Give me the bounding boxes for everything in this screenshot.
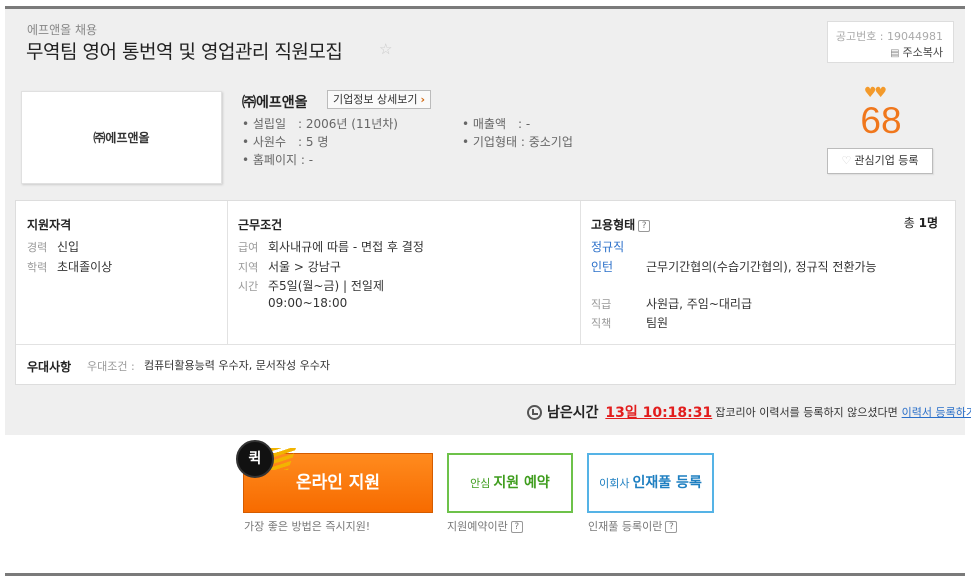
pool-help-link[interactable]: 인재풀 등록이란? (588, 518, 678, 534)
region-key: 지역 (238, 261, 259, 274)
page-title: 무역팀 영어 통번역 및 영업관리 직원모집 (26, 41, 343, 63)
employment-title: 고용형태? (591, 216, 651, 233)
time-value: 주5일(월~금) | 전일제 (268, 279, 385, 293)
reserve-big-label: 지원 예약 (493, 475, 550, 491)
heart-outline-icon: ♡ (841, 154, 852, 167)
interest-score: 68 (860, 100, 902, 141)
requirements-section: 지원자격 경력 신입 학력 초대졸이상 (16, 201, 228, 344)
career-key: 경력 (27, 241, 48, 254)
reserve-help-link[interactable]: 지원예약이란? (447, 518, 523, 534)
rank-key: 직급 (591, 298, 612, 311)
favorite-company-label: 관심기업 등록 (854, 154, 919, 167)
info-employees: • 사원수 : 5 명 (242, 135, 329, 149)
bottom-divider (5, 573, 965, 576)
type-intern: 인턴 (591, 260, 614, 274)
heart-icon: ♥♥ (864, 85, 887, 101)
resume-message: 잡코리아 이력서를 등록하지 않으셨다면 (715, 406, 898, 419)
info-founded: • 설립일 : 2006년 (11년차) (242, 117, 398, 131)
online-apply-caption: 가장 좋은 방법은 즉시지원! (244, 520, 371, 533)
preference-title: 우대사항 (27, 360, 72, 374)
copy-icon: ▤ (890, 48, 900, 59)
help-icon[interactable]: ? (638, 219, 651, 232)
pool-small-label: 이회사 (599, 477, 630, 490)
career-value: 신입 (57, 240, 80, 254)
info-homepage: • 홈페이지 : - (242, 153, 314, 167)
favorite-company-button[interactable]: ♡ 관심기업 등록 (827, 148, 933, 174)
conditions-title: 근무조건 (238, 218, 283, 232)
intern-desc: 근무기간협의(수습기간협의), 정규직 전환가능 (646, 260, 877, 274)
notice-number: 공고번호 : 19044981 (835, 30, 943, 43)
address-copy-label: 주소복사 (902, 46, 943, 59)
clock-icon (527, 404, 542, 420)
region-value: 서울 > 강남구 (268, 260, 341, 274)
employment-section: 고용형태? 총 1명 정규직 인턴 근무기간협의(수습기간협의), 정규직 전환… (581, 201, 955, 344)
company-name[interactable]: ㈜에프앤올 (242, 92, 308, 112)
preference-value: 컴퓨터활용능력 우수자, 문서작성 우수자 (144, 359, 331, 372)
company-detail-button[interactable]: 기업정보 상세보기 › (327, 90, 431, 109)
conditions-section: 근무조건 급여 회사내규에 따름 - 면접 후 결정 지역 서울 > 강남구 시… (228, 201, 581, 344)
address-copy-button[interactable]: ▤ 주소복사 (890, 44, 943, 60)
notice-info-box: 공고번호 : 19044981 ▤ 주소복사 (827, 21, 954, 63)
remaining-label: 남은시간 (547, 405, 599, 421)
company-caption[interactable]: 에프앤올 채용 (27, 21, 97, 38)
table-divider (16, 344, 955, 345)
position-key: 직책 (591, 317, 612, 330)
preference-key: 우대조건 : (87, 360, 135, 373)
company-detail-label: 기업정보 상세보기 (332, 93, 418, 106)
talent-pool-button[interactable]: 이회사 인재풀 등록 (587, 453, 714, 513)
education-key: 학력 (27, 261, 48, 274)
requirements-title: 지원자격 (27, 218, 72, 232)
star-icon[interactable]: ☆ (379, 40, 392, 58)
reserve-small-label: 안심 (470, 477, 491, 490)
position-value: 팀원 (646, 316, 669, 330)
quick-label: 퀵 (236, 440, 274, 478)
education-value: 초대졸이상 (57, 260, 113, 274)
rank-value: 사원급, 주임~대리급 (646, 297, 753, 311)
pool-big-label: 인재풀 등록 (632, 475, 702, 491)
salary-value: 회사내규에 따름 - 면접 후 결정 (268, 240, 424, 254)
help-icon: ? (665, 521, 678, 533)
company-logo[interactable]: ㈜에프앤올 (21, 91, 222, 184)
time-hours: 09:00~18:00 (268, 296, 348, 310)
resume-register-link[interactable]: 이력서 등록하기 (902, 406, 971, 419)
chevron-right-icon: › (420, 93, 425, 106)
quick-badge-icon: 퀵 (236, 440, 297, 480)
remaining-time: 남은시간 13일 10:18:31 잡코리아 이력서를 등록하지 않으셨다면 이력… (527, 402, 971, 422)
time-key: 시간 (238, 280, 259, 293)
headcount: 총 1명 (903, 216, 938, 230)
job-summary-table: 지원자격 경력 신입 학력 초대졸이상 근무조건 급여 회사내규에 따름 - 면… (15, 200, 956, 385)
salary-key: 급여 (238, 241, 259, 254)
type-regular: 정규직 (591, 240, 625, 254)
apply-reserve-button[interactable]: 안심 지원 예약 (447, 453, 573, 513)
info-company-type: • 기업형태 : 중소기업 (462, 135, 573, 149)
info-revenue: • 매출액 : - (462, 117, 531, 131)
help-icon: ? (510, 521, 523, 533)
remaining-countdown: 13일 10:18:31 (605, 405, 713, 421)
